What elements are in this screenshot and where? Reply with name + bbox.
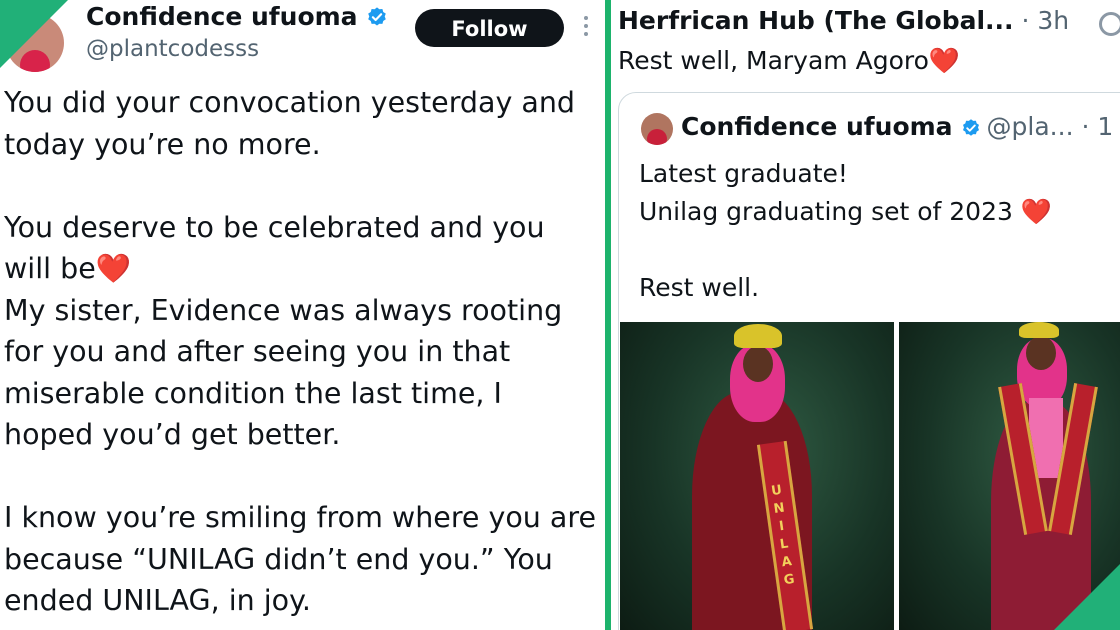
graduation-photo-1[interactable]: UNILAG <box>620 322 894 630</box>
heart-emoji-icon: ❤️ <box>928 46 961 75</box>
verified-badge-icon <box>962 119 979 136</box>
quoted-line: Rest well. <box>639 273 760 302</box>
post-text: Rest well, Maryam Agoro❤️ <box>618 46 960 76</box>
quoted-handle-time[interactable]: @pla... · 1 <box>987 112 1114 141</box>
retweet-header: Herfrican Hub (The Global... · 3h <box>618 6 1069 35</box>
heart-emoji-icon: ❤️ <box>1020 197 1052 226</box>
quoted-author-avatar[interactable] <box>641 113 673 145</box>
tweet-line: miserable condition the last time, I <box>4 376 502 410</box>
quoted-author-name[interactable]: Confidence ufuoma <box>681 112 953 141</box>
tweet-line: will be❤️ <box>4 248 604 290</box>
quoted-line-text: Unilag graduating set of 2023 <box>639 197 1013 226</box>
tweet-line: ended UNILAG, in joy. <box>4 584 311 617</box>
tweet-line: hoped you’d get better. <box>4 418 341 451</box>
quoted-tweet-card[interactable]: Confidence ufuoma @pla... · 1 Latest grad… <box>618 92 1120 630</box>
quoted-line: Unilag graduating set of 2023 ❤️ <box>639 193 1052 231</box>
quoted-text: Latest graduate! Unilag graduating set o… <box>639 155 1052 307</box>
tweet-line: today you’re no more. <box>4 127 321 161</box>
tweet-line-text: will be <box>4 252 96 285</box>
account-name[interactable]: Herfrican Hub (The Global... <box>618 6 1014 35</box>
tweet-line: for you and after seeing you in that <box>4 335 511 368</box>
corner-decoration <box>0 0 68 68</box>
post-time[interactable]: · 3h <box>1021 6 1069 35</box>
tweet-line: You deserve to be celebrated and you <box>4 210 545 244</box>
right-tweet-screenshot: Herfrican Hub (The Global... · 3h Rest w… <box>611 0 1120 630</box>
left-tweet-screenshot: Confidence ufuoma @plantcodesss Follow Y… <box>0 0 605 630</box>
heart-emoji-icon: ❤️ <box>95 252 132 285</box>
tweet-line: My sister, Evidence was always rooting <box>4 293 563 327</box>
quoted-line: Latest graduate! <box>639 159 848 188</box>
grok-icon[interactable] <box>1099 12 1120 36</box>
post-text-content: Rest well, Maryam Agoro <box>618 46 929 75</box>
tweet-line: You did your convocation yesterday and <box>4 86 576 119</box>
tweet-line: because “UNILAG didn’t end you.” You <box>4 542 553 576</box>
verified-badge-icon <box>367 7 386 26</box>
tweet-line: I know you’re smiling from where you are <box>4 501 597 534</box>
corner-decoration <box>1054 564 1120 630</box>
author-name-text[interactable]: Confidence ufuoma <box>86 2 358 31</box>
follow-button[interactable]: Follow <box>415 9 564 47</box>
quoted-header: Confidence ufuoma @pla... · 1 <box>681 112 1113 141</box>
author-name[interactable]: Confidence ufuoma <box>86 2 388 31</box>
tweet-text: You did your convocation yesterday and t… <box>4 82 604 622</box>
more-options-icon[interactable] <box>584 16 590 40</box>
author-handle[interactable]: @plantcodesss <box>86 36 259 62</box>
